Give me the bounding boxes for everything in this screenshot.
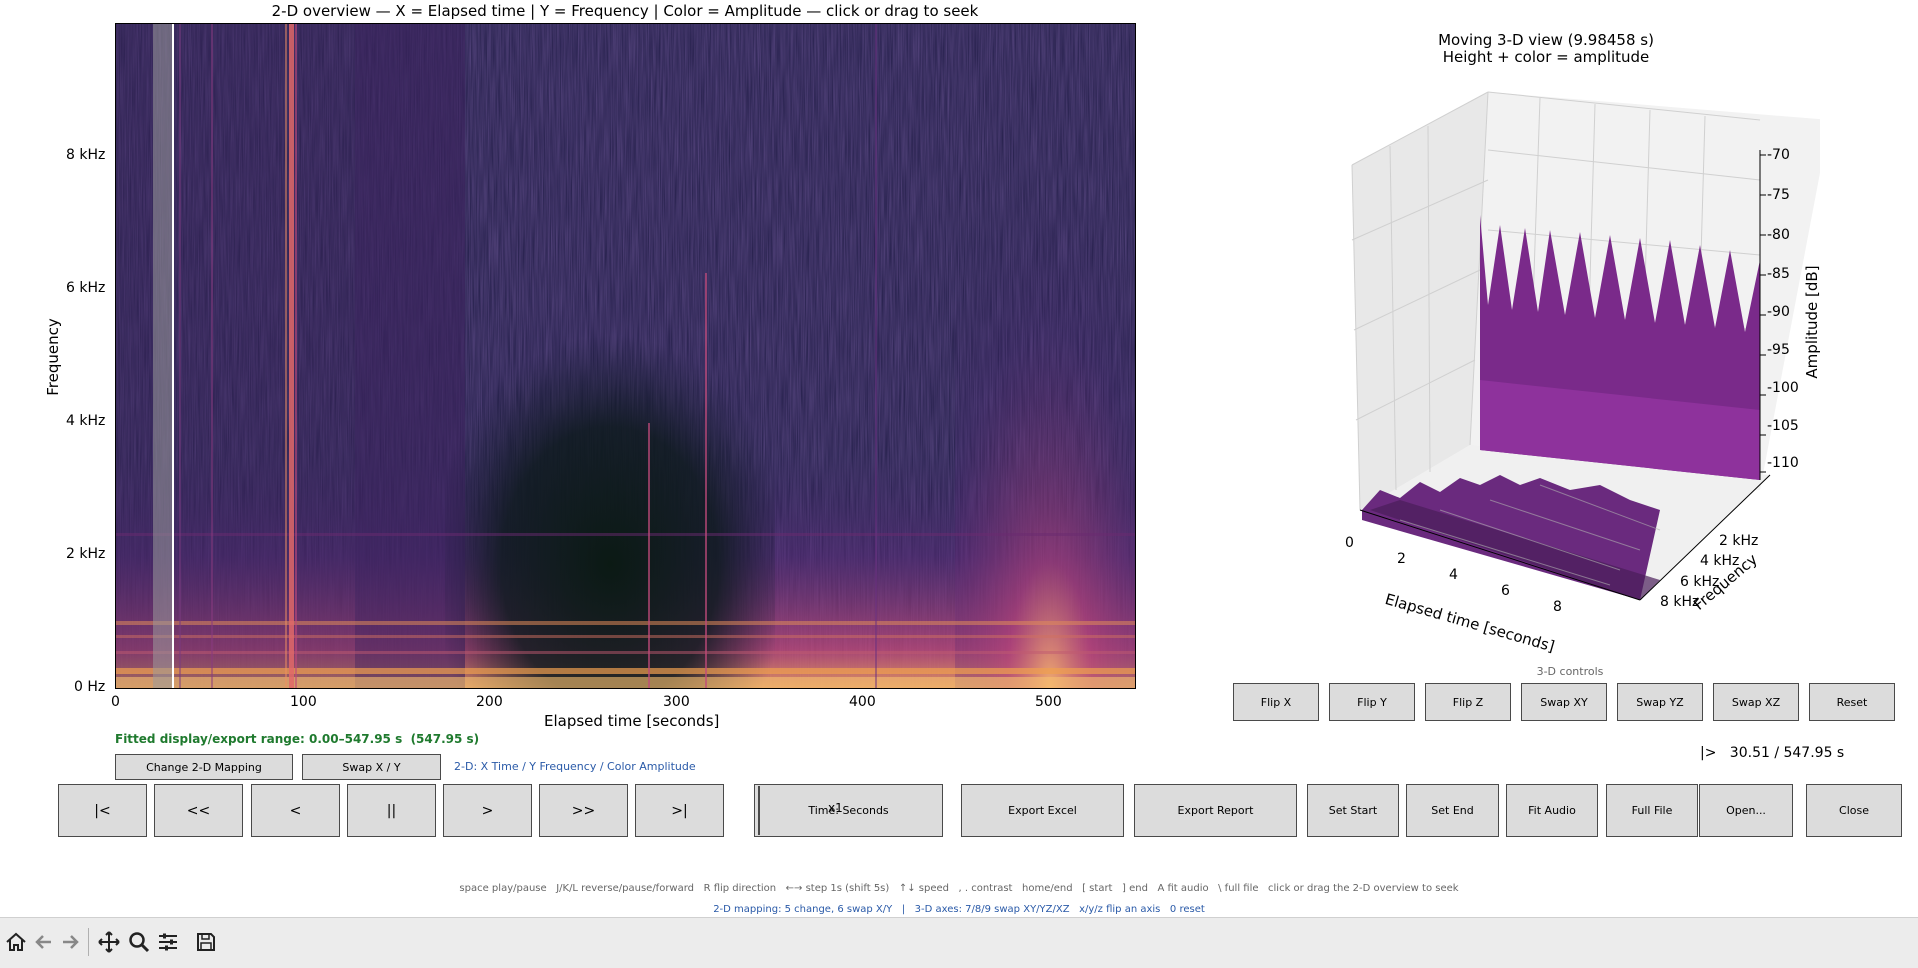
overview-xtick: 0 [111,694,120,710]
view3d-ztick: -70 [1767,147,1790,163]
overview-xtick: 200 [476,694,503,710]
overview-xtick: 100 [290,694,317,710]
position-readout: |> 30.51 / 547.95 s [1700,745,1845,761]
home-icon[interactable] [4,930,28,954]
view3d-ztick: -95 [1767,342,1790,358]
flip-x-button[interactable]: Flip X [1233,683,1319,721]
overview-ylabel: Frequency [44,318,62,396]
spectrogram-plot[interactable] [115,23,1136,689]
controls-3d-title: 3-D controls [1536,665,1604,678]
overview-ytick: 0 Hz [74,679,106,695]
view3d-ytick: 2 kHz [1719,533,1759,549]
swap-xy-button[interactable]: Swap X / Y [302,754,441,780]
view3d-xtick: 0 [1345,535,1354,551]
view3d-ztick: -105 [1767,418,1799,434]
zoom-icon[interactable] [127,930,151,954]
open-button[interactable]: Open... [1699,784,1793,837]
change-mapping-button[interactable]: Change 2-D Mapping [115,754,293,780]
export-excel-button[interactable]: Export Excel [961,784,1124,837]
overview-xtick: 400 [849,694,876,710]
overview-ytick: 6 kHz [66,280,106,296]
view3d-ztick: -100 [1767,380,1799,396]
overview-ytick: 2 kHz [66,546,106,562]
step-back-button[interactable]: < [251,784,340,837]
set-start-button[interactable]: Set Start [1307,784,1399,837]
view3d-ztick: -75 [1767,187,1790,203]
overview-xtick: 300 [663,694,690,710]
full-file-button[interactable]: Full File [1606,784,1698,837]
reset-3d-button[interactable]: Reset [1809,683,1895,721]
jump-end-button[interactable]: >| [635,784,724,837]
view3d-xtick: 2 [1397,551,1406,567]
fitted-range-text: Fitted display/export range: 0.00–547.95… [115,732,480,746]
close-button[interactable]: Close [1806,784,1902,837]
overview-xlabel: Elapsed time [seconds] [544,712,720,730]
view3d-ztick: -80 [1767,227,1790,243]
overview-title: 2-D overview — X = Elapsed time | Y = Fr… [271,2,979,20]
set-end-button[interactable]: Set End [1406,784,1499,837]
forward-arrow-icon[interactable] [58,930,82,954]
jump-start-button[interactable]: |< [58,784,147,837]
view3d-title-line2: Height + color = amplitude [1442,48,1650,66]
save-icon[interactable] [194,930,218,954]
pause-button[interactable]: || [347,784,436,837]
view3d-xtick: 8 [1553,599,1562,615]
view3d-ztick: -90 [1767,304,1790,320]
swap-yz-3d-button[interactable]: Swap YZ [1617,683,1703,721]
fit-audio-button[interactable]: Fit Audio [1506,784,1598,837]
shortcut-help-line2: 2-D mapping: 5 change, 6 swap X/Y | 3-D … [713,904,1205,915]
overview-xtick: 500 [1035,694,1062,710]
view3d-ztick: -110 [1767,455,1799,471]
swap-xz-3d-button[interactable]: Swap XZ [1713,683,1799,721]
overview-ytick: 4 kHz [66,413,106,429]
view3d-ztick: -85 [1767,266,1790,282]
playhead-line [172,23,174,689]
configure-icon[interactable] [156,930,180,954]
pan-icon[interactable] [97,930,121,954]
overview-ytick: 8 kHz [66,147,106,163]
view3d-xtick: 4 [1449,567,1458,583]
mapping-status-text: 2-D: X Time / Y Frequency / Color Amplit… [454,760,696,773]
flip-y-button[interactable]: Flip Y [1329,683,1415,721]
time-mode-button[interactable]: Time: Seconds [754,784,943,837]
speed-slider-edge[interactable] [758,786,760,835]
export-report-button[interactable]: Export Report [1134,784,1297,837]
step-forward-button[interactable]: > [443,784,532,837]
swap-xy-3d-button[interactable]: Swap XY [1521,683,1607,721]
fast-rewind-button[interactable]: << [154,784,243,837]
toolbar-separator [88,928,89,956]
navigation-toolbar [0,917,1918,968]
view3d-title-line1: Moving 3-D view (9.98458 s) [1438,31,1654,49]
time-mode-label: Time: Seconds [808,804,889,817]
view3d-zlabel: Amplitude [dB] [1803,265,1821,379]
view3d-xtick: 6 [1501,583,1510,599]
fast-forward-button[interactable]: >> [539,784,628,837]
flip-z-button[interactable]: Flip Z [1425,683,1511,721]
speed-indicator[interactable]: x1 [828,801,843,815]
back-arrow-icon[interactable] [32,930,56,954]
shortcut-help-line1: space play/pause J/K/L reverse/pause/for… [459,883,1459,894]
